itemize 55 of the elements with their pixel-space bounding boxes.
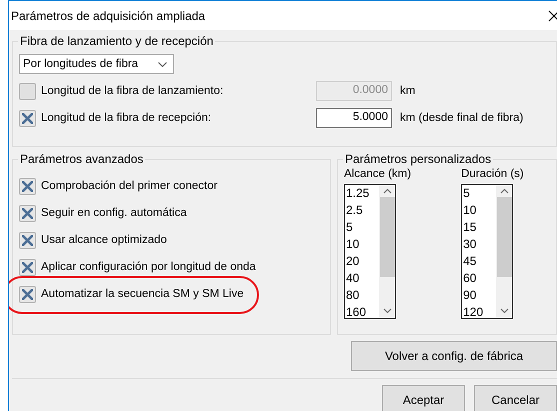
list-item[interactable]: 10: [346, 236, 379, 253]
list-item[interactable]: 20: [346, 253, 379, 270]
unit-label: km: [400, 85, 416, 97]
list-item[interactable]: 30: [463, 236, 496, 253]
value-list[interactable]: 1.25 2.5 5 10 20 40 80 160: [344, 184, 396, 319]
list-item[interactable]: 10: [463, 202, 496, 219]
list-item[interactable]: 5: [346, 219, 379, 236]
x-mark-icon: [22, 234, 33, 246]
list-item[interactable]: 60: [463, 270, 496, 287]
dialog-button[interactable]: Cancelar: [474, 385, 557, 411]
option-label: Seguir en config. automática: [41, 207, 187, 219]
group-title: Parámetros avanzados: [18, 152, 146, 166]
option-label: Usar alcance optimizado: [41, 234, 167, 246]
option-label: Comprobación del primer conector: [41, 180, 218, 192]
value-list[interactable]: 5 10 15 30 45 60 90 120: [461, 184, 514, 319]
list-item[interactable]: 2.5: [346, 202, 379, 219]
length-field[interactable]: 5.0000: [316, 108, 392, 128]
checkbox[interactable]: [19, 204, 36, 222]
scrollbar[interactable]: [379, 185, 395, 318]
dialog-button[interactable]: Aceptar: [382, 385, 465, 411]
x-mark-icon: [22, 288, 33, 300]
checkbox[interactable]: [19, 286, 36, 302]
checkbox[interactable]: [19, 110, 36, 126]
checkbox[interactable]: [19, 178, 36, 194]
list-item[interactable]: 80: [346, 287, 379, 304]
x-mark-icon: [22, 112, 33, 124]
list-item[interactable]: 15: [463, 219, 496, 236]
option-label: Aplicar configuración por longitud de onda: [41, 261, 256, 273]
x-mark-icon: [22, 262, 33, 272]
checkbox[interactable]: [19, 258, 36, 276]
reset-button[interactable]: Volver a config. de fábrica: [351, 341, 557, 371]
option-label: Longitud de la fibra de lanzamiento:: [41, 85, 224, 97]
unit-label: km (desde final de fibra): [400, 112, 524, 124]
list-item[interactable]: 90: [463, 287, 496, 304]
list-item[interactable]: 45: [463, 253, 496, 270]
list-item[interactable]: 120: [463, 304, 496, 318]
x-mark-icon: [22, 180, 33, 192]
list-item[interactable]: 1.25: [346, 185, 379, 202]
chevron-icon: [158, 62, 167, 66]
list-item[interactable]: 5: [463, 185, 496, 202]
window-title: Parámetros de adquisición ampliada: [11, 8, 206, 22]
group-title: Fibra de lanzamiento y de recepción: [18, 34, 216, 48]
x-mark-icon: [22, 208, 33, 218]
list-item[interactable]: 160: [346, 304, 379, 318]
checkbox[interactable]: [19, 82, 36, 100]
list-item[interactable]: 40: [346, 270, 379, 287]
checkbox[interactable]: [19, 232, 36, 248]
option-label: Longitud de la fibra de recepción:: [41, 112, 212, 124]
option-label: Automatizar la secuencia SM y SM Live: [41, 288, 244, 300]
list-label: Alcance (km): [344, 168, 412, 180]
mode-dropdown[interactable]: Por longitudes de fibra: [19, 54, 174, 74]
group-title: Parámetros personalizados: [343, 152, 494, 166]
close-icon[interactable]: [548, 10, 557, 22]
list-label: Duración (s): [461, 168, 524, 180]
scrollbar[interactable]: [496, 185, 512, 318]
